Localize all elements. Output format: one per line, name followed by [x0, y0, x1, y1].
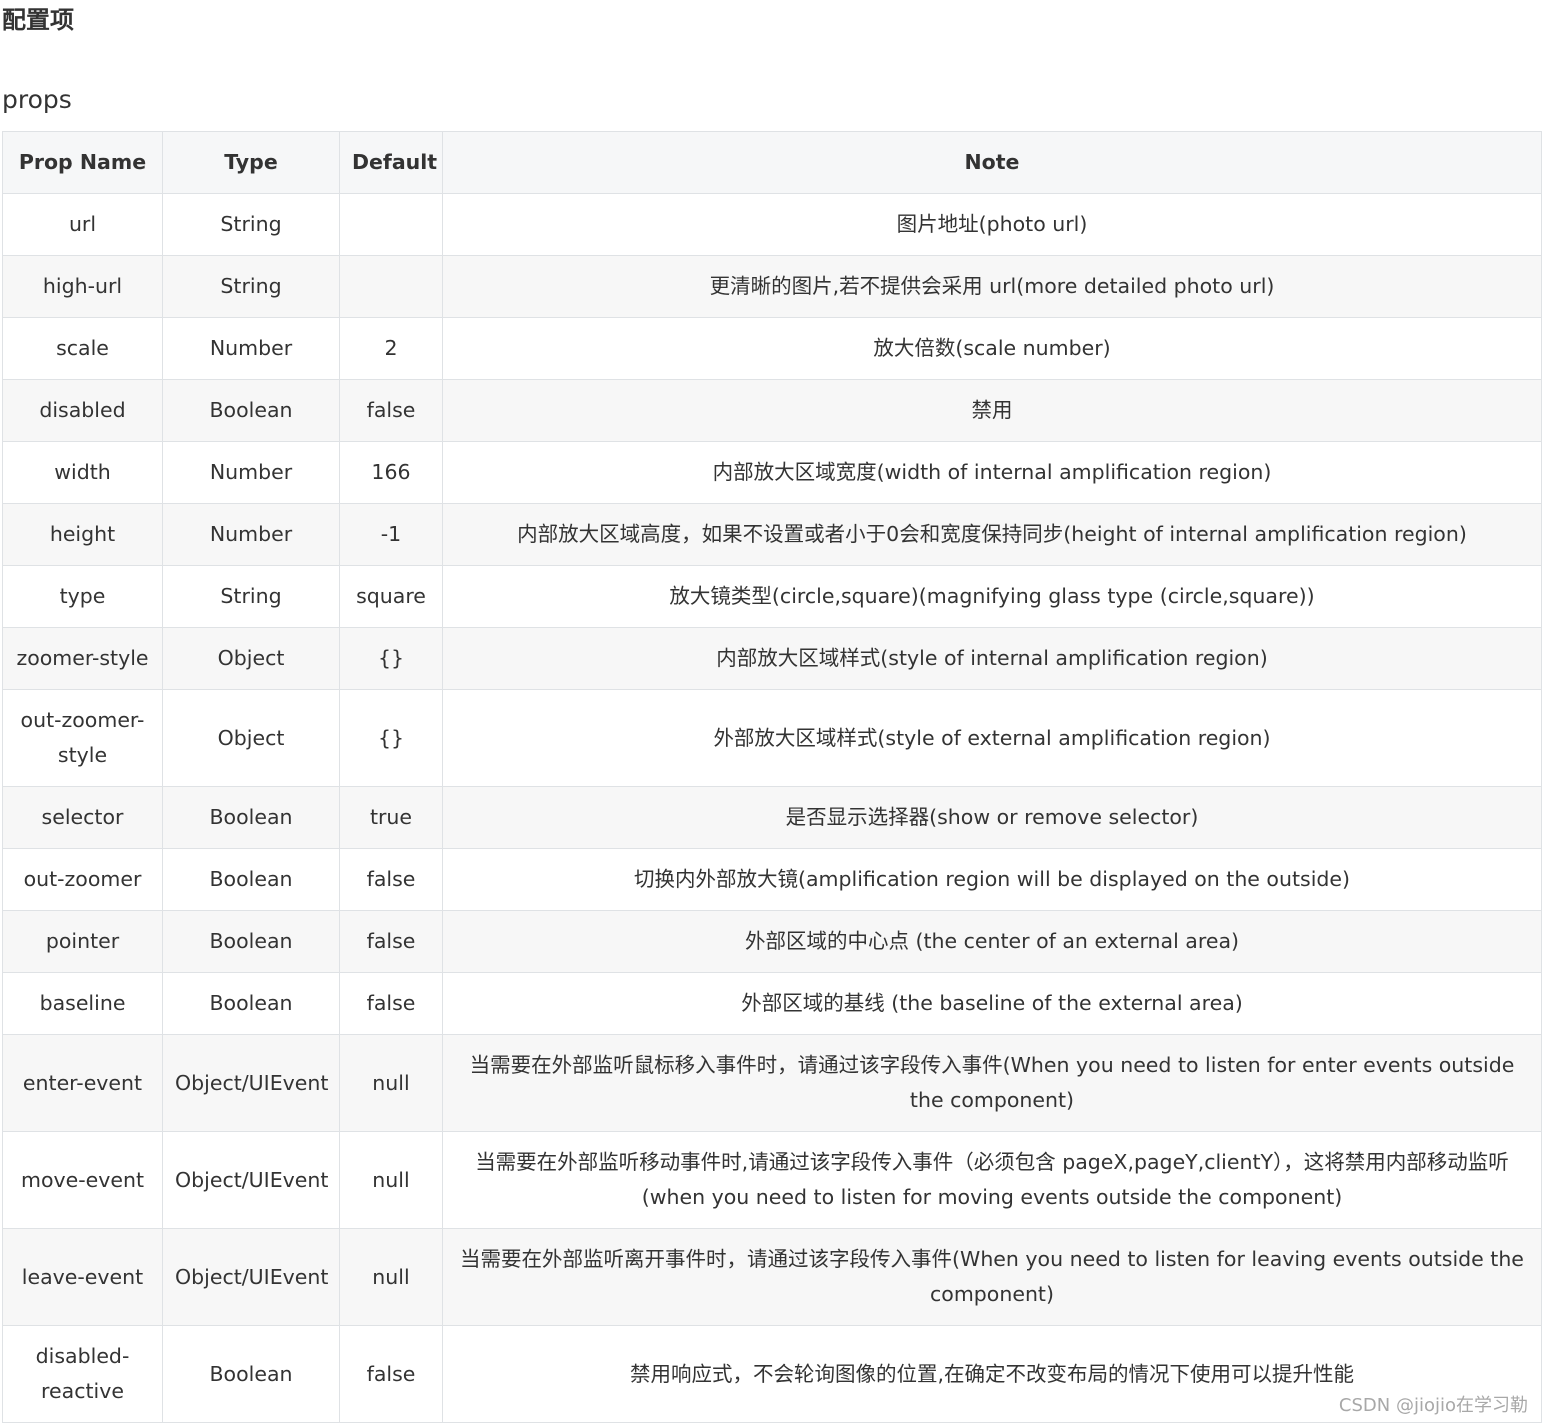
- table-row: move-event Object/UIEvent null 当需要在外部监听移…: [2, 1131, 1542, 1229]
- cell-prop-name: leave-event: [2, 1228, 163, 1326]
- table-row: scale Number 2 放大倍数(scale number): [2, 317, 1542, 380]
- column-header-note: Note: [442, 131, 1542, 194]
- cell-prop-name: enter-event: [2, 1034, 163, 1132]
- table-row: url String 图片地址(photo url): [2, 193, 1542, 256]
- table-row: width Number 166 内部放大区域宽度(width of inter…: [2, 441, 1542, 504]
- table-row: disabled Boolean false 禁用: [2, 379, 1542, 442]
- table-row: high-url String 更清晰的图片,若不提供会采用 url(more …: [2, 255, 1542, 318]
- cell-note: 切换内外部放大镜(amplification region will be di…: [442, 848, 1542, 911]
- cell-type: Object/UIEvent: [162, 1228, 340, 1326]
- cell-note: 放大镜类型(circle,square)(magnifying glass ty…: [442, 565, 1542, 628]
- cell-prop-name: width: [2, 441, 163, 504]
- table-row: selector Boolean true 是否显示选择器(show or re…: [2, 786, 1542, 849]
- cell-type: String: [162, 255, 340, 318]
- column-header-prop-name: Prop Name: [2, 131, 163, 194]
- section-title-props: props: [2, 85, 72, 114]
- table-row: baseline Boolean false 外部区域的基线 (the base…: [2, 972, 1542, 1035]
- cell-type: Object: [162, 689, 340, 787]
- cell-note: 内部放大区域样式(style of internal amplification…: [442, 627, 1542, 690]
- cell-default: square: [339, 565, 443, 628]
- cell-note: 是否显示选择器(show or remove selector): [442, 786, 1542, 849]
- cell-type: Number: [162, 317, 340, 380]
- cell-prop-name: high-url: [2, 255, 163, 318]
- cell-type: Object: [162, 627, 340, 690]
- cell-default: {}: [339, 689, 443, 787]
- cell-type: Boolean: [162, 786, 340, 849]
- cell-prop-name: baseline: [2, 972, 163, 1035]
- table-row: zoomer-style Object {} 内部放大区域样式(style of…: [2, 627, 1542, 690]
- cell-prop-name: scale: [2, 317, 163, 380]
- cell-note: 图片地址(photo url): [442, 193, 1542, 256]
- cell-prop-name: disabled: [2, 379, 163, 442]
- cell-default: false: [339, 379, 443, 442]
- cell-prop-name: move-event: [2, 1131, 163, 1229]
- table-row: disabled-reactive Boolean false 禁用响应式，不会…: [2, 1325, 1542, 1423]
- cell-type: String: [162, 565, 340, 628]
- cell-default: false: [339, 972, 443, 1035]
- cell-default: null: [339, 1034, 443, 1132]
- cell-type: Boolean: [162, 848, 340, 911]
- cell-note: 当需要在外部监听移动事件时,请通过该字段传入事件（必须包含 pageX,page…: [442, 1131, 1542, 1229]
- table-row: enter-event Object/UIEvent null 当需要在外部监听…: [2, 1034, 1542, 1132]
- page-title: 配置项: [2, 6, 74, 34]
- cell-default: false: [339, 1325, 443, 1423]
- table-row: height Number -1 内部放大区域高度，如果不设置或者小于0会和宽度…: [2, 503, 1542, 566]
- cell-default: 2: [339, 317, 443, 380]
- table-row: leave-event Object/UIEvent null 当需要在外部监听…: [2, 1228, 1542, 1326]
- cell-prop-name: url: [2, 193, 163, 256]
- cell-prop-name: out-zoomer: [2, 848, 163, 911]
- table-row: out-zoomer Boolean false 切换内外部放大镜(amplif…: [2, 848, 1542, 911]
- cell-type: Number: [162, 441, 340, 504]
- cell-default: [339, 255, 443, 318]
- cell-default: [339, 193, 443, 256]
- table-header-row: Prop Name Type Default Note: [2, 131, 1542, 194]
- cell-prop-name: disabled-reactive: [2, 1325, 163, 1423]
- cell-type: String: [162, 193, 340, 256]
- cell-type: Boolean: [162, 1325, 340, 1423]
- cell-type: Object/UIEvent: [162, 1034, 340, 1132]
- cell-type: Boolean: [162, 379, 340, 442]
- table-row: type String square 放大镜类型(circle,square)(…: [2, 565, 1542, 628]
- cell-default: -1: [339, 503, 443, 566]
- cell-note: 更清晰的图片,若不提供会采用 url(more detailed photo u…: [442, 255, 1542, 318]
- cell-type: Boolean: [162, 972, 340, 1035]
- cell-note: 内部放大区域高度，如果不设置或者小于0会和宽度保持同步(height of in…: [442, 503, 1542, 566]
- props-table: Prop Name Type Default Note url String 图…: [2, 131, 1542, 1423]
- cell-note: 当需要在外部监听离开事件时，请通过该字段传入事件(When you need t…: [442, 1228, 1542, 1326]
- cell-prop-name: zoomer-style: [2, 627, 163, 690]
- csdn-watermark: CSDN @jiojio在学习勒: [1338, 1395, 1528, 1416]
- cell-default: null: [339, 1228, 443, 1326]
- cell-type: Boolean: [162, 910, 340, 973]
- cell-default: true: [339, 786, 443, 849]
- table-row: out-zoomer-style Object {} 外部放大区域样式(styl…: [2, 689, 1542, 787]
- cell-prop-name: pointer: [2, 910, 163, 973]
- cell-prop-name: out-zoomer-style: [2, 689, 163, 787]
- cell-default: null: [339, 1131, 443, 1229]
- cell-note: 当需要在外部监听鼠标移入事件时，请通过该字段传入事件(When you need…: [442, 1034, 1542, 1132]
- cell-type: Number: [162, 503, 340, 566]
- column-header-type: Type: [162, 131, 340, 194]
- cell-type: Object/UIEvent: [162, 1131, 340, 1229]
- table-row: pointer Boolean false 外部区域的中心点 (the cent…: [2, 910, 1542, 973]
- cell-note: 外部区域的中心点 (the center of an external area…: [442, 910, 1542, 973]
- cell-default: 166: [339, 441, 443, 504]
- cell-note: 放大倍数(scale number): [442, 317, 1542, 380]
- cell-prop-name: type: [2, 565, 163, 628]
- column-header-default: Default: [339, 131, 443, 194]
- cell-default: false: [339, 848, 443, 911]
- cell-prop-name: height: [2, 503, 163, 566]
- cell-note: 禁用: [442, 379, 1542, 442]
- cell-default: {}: [339, 627, 443, 690]
- cell-note: 外部区域的基线 (the baseline of the external ar…: [442, 972, 1542, 1035]
- cell-default: false: [339, 910, 443, 973]
- cell-note: 内部放大区域宽度(width of internal amplification…: [442, 441, 1542, 504]
- cell-prop-name: selector: [2, 786, 163, 849]
- cell-note: 外部放大区域样式(style of external amplification…: [442, 689, 1542, 787]
